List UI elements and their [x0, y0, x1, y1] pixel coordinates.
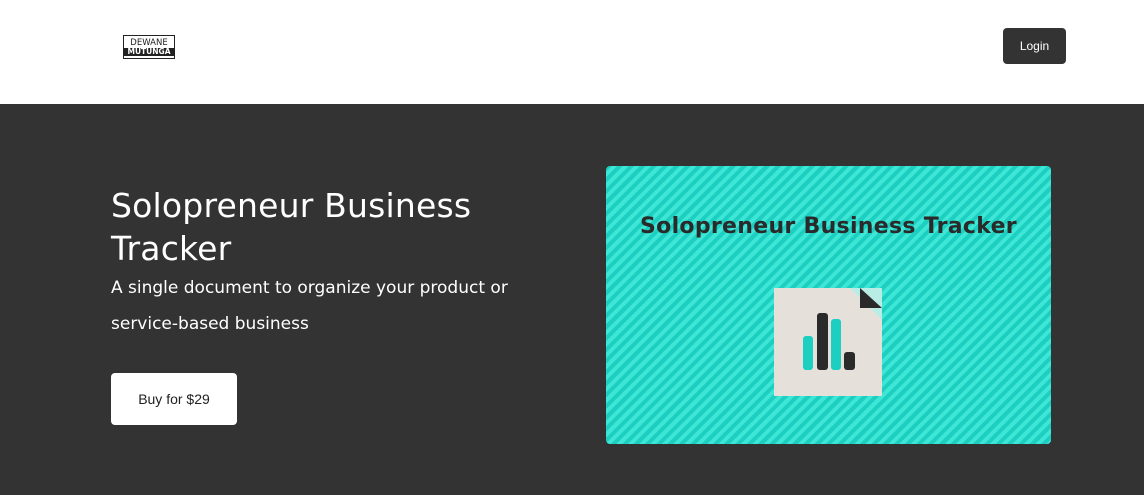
login-button[interactable]: Login [1003, 28, 1066, 64]
document-bar-chart-icon [774, 288, 882, 396]
product-description: A single document to organize your produ… [111, 278, 508, 334]
cover-title: Solopreneur Business Tracker [640, 214, 1017, 239]
hero-section: Solopreneur Business Tracker A single do… [0, 104, 1144, 495]
buy-button[interactable]: Buy for $29 [111, 373, 237, 425]
brand-logo[interactable]: DEWANE MUTUNGA [123, 35, 175, 59]
site-header: DEWANE MUTUNGA Login [0, 0, 1144, 104]
product-cover-image: Solopreneur Business Tracker [606, 166, 1051, 444]
logo-line-2: MUTUNGA [124, 47, 174, 56]
product-title: Solopreneur Business Tracker [111, 186, 472, 268]
